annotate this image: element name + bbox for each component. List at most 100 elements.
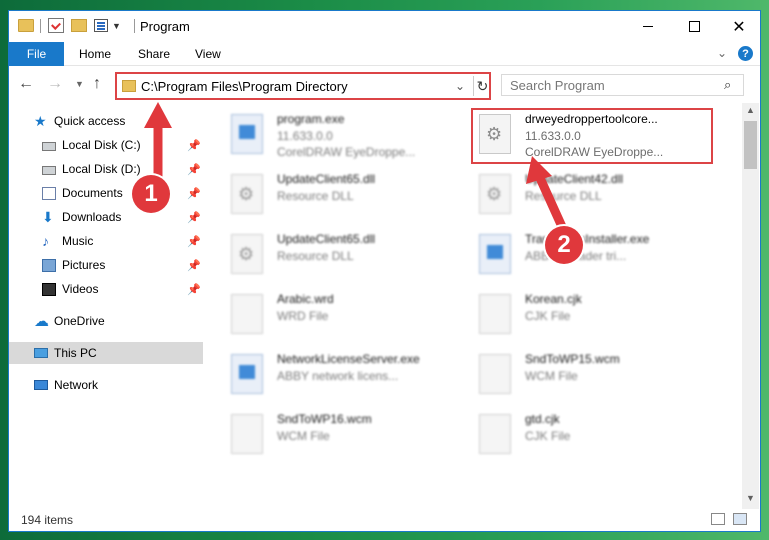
- tab-home[interactable]: Home: [79, 42, 111, 66]
- pin-icon[interactable]: 📌: [187, 211, 201, 224]
- file-description: CJK File: [525, 429, 571, 443]
- download-icon: ⬇: [42, 208, 54, 225]
- pin-icon[interactable]: 📌: [187, 163, 201, 176]
- list-item[interactable]: UpdateClient42.dll Resource DLL: [457, 168, 697, 224]
- file-description: Resource DLL: [525, 189, 602, 203]
- sidebar-item-local-disk-d[interactable]: Local Disk (D:) 📌: [9, 158, 203, 180]
- folder-icon: [18, 19, 34, 32]
- file-name: SndToWP16.wcm: [277, 412, 372, 426]
- address-bar[interactable]: C:\Program Files\Program Directory ⌄ ↻: [115, 72, 491, 100]
- divider: [40, 19, 41, 33]
- file-name: gtd.cjk: [525, 412, 560, 426]
- file-icon: [479, 354, 511, 394]
- network-icon: [34, 380, 48, 390]
- expand-ribbon-icon[interactable]: ⌄: [717, 46, 727, 60]
- documents-icon: [42, 186, 56, 200]
- scroll-thumb[interactable]: [744, 121, 757, 169]
- file-icon: [231, 414, 263, 454]
- ribbon-tabs: File Home Share View ⌄ ?: [9, 42, 760, 66]
- up-arrow-icon[interactable]: ↑: [93, 75, 101, 93]
- pin-icon[interactable]: 📌: [187, 139, 201, 152]
- details-view-icon[interactable]: [711, 513, 725, 525]
- navigation-pane: ★ Quick access Local Disk (C:) 📌 Local D…: [9, 107, 203, 509]
- search-icon[interactable]: ⌕: [724, 77, 731, 93]
- sidebar-item-downloads[interactable]: ⬇ Downloads 📌: [9, 206, 203, 228]
- pin-icon[interactable]: 📌: [187, 283, 201, 296]
- file-name: UpdateClient65.dll: [277, 232, 376, 246]
- properties-icon[interactable]: [48, 18, 64, 33]
- search-placeholder: Search Program: [510, 78, 605, 93]
- tiles-view-icon[interactable]: [733, 513, 747, 525]
- sidebar-item-documents[interactable]: Documents 📌: [9, 182, 203, 204]
- sidebar-item-this-pc[interactable]: This PC: [9, 342, 203, 364]
- list-item[interactable]: program.exe 11.633.0.0 CorelDRAW EyeDrop…: [209, 108, 449, 164]
- pin-icon[interactable]: 📌: [187, 187, 201, 200]
- file-description: Resource DLL: [277, 189, 354, 203]
- list-item[interactable]: UpdateClient65.dll Resource DLL: [209, 228, 449, 284]
- tab-file[interactable]: File: [9, 42, 64, 66]
- highlight-box: [471, 108, 713, 164]
- callout-badge: 2: [545, 226, 583, 264]
- sidebar-item-quick-access[interactable]: ★ Quick access: [9, 110, 203, 132]
- star-icon: ★: [34, 112, 47, 129]
- tab-view[interactable]: View: [195, 42, 221, 66]
- sidebar-item-label: Downloads: [62, 210, 122, 224]
- sidebar-item-pictures[interactable]: Pictures 📌: [9, 254, 203, 276]
- list-item[interactable]: Korean.cjk CJK File: [457, 288, 697, 344]
- search-input[interactable]: Search Program ⌕: [501, 74, 744, 96]
- pin-icon[interactable]: 📌: [187, 259, 201, 272]
- videos-icon: [42, 282, 56, 296]
- dll-file-icon: [231, 174, 263, 214]
- sidebar-item-label: Local Disk (D:): [62, 162, 141, 176]
- list-item[interactable]: SndToWP16.wcm WCM File: [209, 408, 449, 464]
- back-arrow-icon[interactable]: ←: [18, 75, 34, 93]
- sidebar-item-onedrive[interactable]: ☁ OneDrive: [9, 310, 203, 332]
- music-icon: ♪: [42, 232, 49, 249]
- tab-share[interactable]: Share: [138, 42, 170, 66]
- forward-arrow-icon[interactable]: →: [47, 75, 63, 93]
- customize-toolbar-icon[interactable]: [94, 19, 108, 32]
- list-item[interactable]: UpdateClient65.dll Resource DLL: [209, 168, 449, 224]
- sidebar-item-music[interactable]: ♪ Music 📌: [9, 230, 203, 252]
- file-name: Arabic.wrd: [277, 292, 334, 306]
- file-name: TransformsInstaller.exe: [525, 232, 650, 246]
- scroll-up-icon[interactable]: ▲: [746, 105, 755, 115]
- dll-file-icon: [231, 234, 263, 274]
- sidebar-item-local-disk-c[interactable]: Local Disk (C:) 📌: [9, 134, 203, 156]
- onedrive-icon: ☁: [34, 312, 49, 330]
- file-description: Resource DLL: [277, 249, 354, 263]
- vertical-scrollbar[interactable]: ▲ ▼: [742, 103, 759, 509]
- refresh-icon[interactable]: ↻: [473, 76, 491, 96]
- sidebar-item-label: Local Disk (C:): [62, 138, 141, 152]
- chevron-down-icon[interactable]: ▼: [112, 21, 121, 31]
- file-name: NetworkLicenseServer.exe: [277, 352, 420, 366]
- drive-icon: [42, 165, 56, 175]
- file-icon: [479, 294, 511, 334]
- list-item[interactable]: gtd.cjk CJK File: [457, 408, 697, 464]
- file-description: CJK File: [525, 309, 571, 323]
- close-button[interactable]: ✕: [716, 11, 762, 42]
- callout-badge: 1: [132, 175, 170, 213]
- file-list: program.exe 11.633.0.0 CorelDRAW EyeDrop…: [209, 107, 742, 509]
- list-item[interactable]: Arabic.wrd WRD File: [209, 288, 449, 344]
- sidebar-item-network[interactable]: Network: [9, 374, 203, 396]
- maximize-button[interactable]: [671, 11, 717, 42]
- recent-locations-icon[interactable]: ▼: [75, 79, 84, 89]
- minimize-button[interactable]: [625, 11, 671, 42]
- list-item[interactable]: SndToWP15.wcm WCM File: [457, 348, 697, 404]
- sidebar-item-label: Quick access: [54, 114, 126, 128]
- item-count: 194 items: [21, 513, 74, 527]
- address-path[interactable]: C:\Program Files\Program Directory: [141, 79, 348, 94]
- chevron-down-icon[interactable]: ⌄: [455, 79, 465, 93]
- new-folder-icon[interactable]: [71, 19, 87, 32]
- help-icon[interactable]: ?: [738, 46, 753, 61]
- list-item[interactable]: NetworkLicenseServer.exe ABBY network li…: [209, 348, 449, 404]
- file-icon: [479, 414, 511, 454]
- status-bar: 194 items: [9, 509, 760, 531]
- sidebar-item-label: Music: [62, 234, 94, 248]
- sidebar-item-videos[interactable]: Videos 📌: [9, 278, 203, 300]
- dll-file-icon: [479, 174, 511, 214]
- scroll-down-icon[interactable]: ▼: [746, 493, 755, 503]
- file-name: UpdateClient65.dll: [277, 172, 376, 186]
- pin-icon[interactable]: 📌: [187, 235, 201, 248]
